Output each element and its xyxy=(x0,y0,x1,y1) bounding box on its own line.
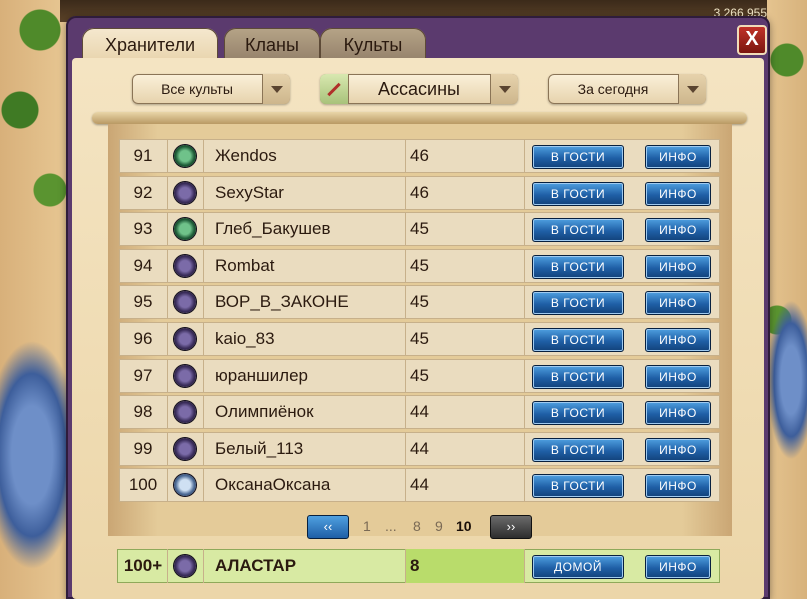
home-button[interactable]: ДОМОЙ xyxy=(532,555,624,579)
page-link-8[interactable]: 8 xyxy=(413,515,421,537)
visit-button[interactable]: В ГОСТИ xyxy=(532,218,624,243)
info-button[interactable]: ИНФО xyxy=(645,218,711,243)
rank-cell: 93 xyxy=(119,212,168,247)
class-filter-dropdown[interactable]: Ассасины xyxy=(320,74,518,104)
table-row: 97 юраншилер 45 В ГОСТИ ИНФО xyxy=(119,358,720,393)
player-name[interactable]: Олимпиёнок xyxy=(215,395,405,429)
cult-filter-dropdown[interactable]: Все культы xyxy=(132,74,290,104)
dagger-icon xyxy=(320,74,349,104)
score-cell: 44 xyxy=(405,395,525,430)
info-button[interactable]: ИНФО xyxy=(645,474,711,499)
score-cell: 45 xyxy=(405,248,525,283)
table-row: 91 Жеndos 46 В ГОСТИ ИНФО xyxy=(119,139,720,173)
own-score: 8 xyxy=(405,549,525,583)
score-cell: 45 xyxy=(405,358,525,393)
info-button[interactable]: ИНФО xyxy=(645,254,711,279)
score-cell: 45 xyxy=(405,322,525,356)
score-cell: 45 xyxy=(405,212,525,247)
info-button[interactable]: ИНФО xyxy=(645,328,711,352)
visit-button[interactable]: В ГОСТИ xyxy=(532,145,624,169)
info-button[interactable]: ИНФО xyxy=(645,401,711,426)
score-cell: 44 xyxy=(405,431,525,466)
pagination-ellipsis: ... xyxy=(385,518,397,534)
chevron-down-icon xyxy=(490,74,518,104)
page-link-1[interactable]: 1 xyxy=(363,515,371,537)
table-row: 94 Rombat 45 В ГОСТИ ИНФО xyxy=(119,248,720,283)
chevron-down-icon xyxy=(262,74,290,104)
dark-cult-emblem-icon xyxy=(174,328,196,350)
info-button[interactable]: ИНФО xyxy=(645,145,711,169)
green-cult-emblem-icon xyxy=(174,145,196,167)
table-row: 98 Олимпиёнок 44 В ГОСТИ ИНФО xyxy=(119,395,720,430)
pagination-next-button[interactable]: ›› xyxy=(490,515,532,539)
table-row: 100 ОксанаОксана 44 В ГОСТИ ИНФО xyxy=(119,468,720,503)
score-cell: 44 xyxy=(405,468,525,503)
player-name[interactable]: Глеб_Бакушев xyxy=(215,212,405,246)
visit-button[interactable]: В ГОСТИ xyxy=(532,254,624,279)
chevron-down-icon xyxy=(678,74,706,104)
scroll-rod xyxy=(92,112,747,124)
score-cell: 45 xyxy=(405,285,525,320)
tab-keepers[interactable]: Хранители xyxy=(82,28,218,62)
rank-cell: 94 xyxy=(119,248,168,283)
table-row: 93 Глеб_Бакушев 45 В ГОСТИ ИНФО xyxy=(119,212,720,247)
rank-cell: 96 xyxy=(119,322,168,356)
score-cell: 46 xyxy=(405,139,525,173)
table-row: 96 kaio_83 45 В ГОСТИ ИНФО xyxy=(119,322,720,356)
player-name[interactable]: ВОР_В_ЗАКОНЕ xyxy=(215,285,405,319)
close-button[interactable]: X xyxy=(737,25,767,55)
visit-button[interactable]: В ГОСТИ xyxy=(532,328,624,352)
info-button[interactable]: ИНФО xyxy=(645,291,711,316)
dark-cult-emblem-icon xyxy=(174,555,196,577)
dark-cult-emblem-icon xyxy=(174,181,196,204)
info-button[interactable]: ИНФО xyxy=(645,437,711,462)
own-name: АЛАСТАР xyxy=(215,556,297,575)
period-filter-dropdown[interactable]: За сегодня xyxy=(548,74,706,104)
tab-cults[interactable]: Культы xyxy=(320,28,426,62)
cult-filter-value: Все культы xyxy=(161,81,233,97)
visit-button[interactable]: В ГОСТИ xyxy=(532,401,624,426)
player-name[interactable]: Жеndos xyxy=(215,139,405,173)
period-filter-value: За сегодня xyxy=(577,81,649,97)
info-button[interactable]: ИНФО xyxy=(645,181,711,206)
player-name[interactable]: юраншилер xyxy=(215,359,405,393)
rank-cell: 97 xyxy=(119,358,168,393)
dark-cult-emblem-icon xyxy=(174,437,196,460)
visit-button[interactable]: В ГОСТИ xyxy=(532,364,624,389)
score-cell: 46 xyxy=(405,175,525,210)
own-info-button[interactable]: ИНФО xyxy=(645,555,711,579)
rank-cell: 100 xyxy=(119,468,168,503)
table-row: 92 SexyStar 46 В ГОСТИ ИНФО xyxy=(119,175,720,210)
visit-button[interactable]: В ГОСТИ xyxy=(532,181,624,206)
info-button[interactable]: ИНФО xyxy=(645,364,711,389)
rank-cell: 91 xyxy=(119,139,168,173)
visit-button[interactable]: В ГОСТИ xyxy=(532,474,624,499)
pagination-prev-button[interactable]: ‹‹ xyxy=(307,515,349,539)
own-rank: 100+ xyxy=(119,549,168,583)
player-name[interactable]: Белый_113 xyxy=(215,432,405,466)
player-name[interactable]: kaio_83 xyxy=(215,322,405,356)
rank-cell: 95 xyxy=(119,285,168,320)
rank-cell: 98 xyxy=(119,395,168,430)
page-link-current: 10 xyxy=(456,518,472,534)
own-rank-row: 100+ АЛАСТАР 8 ДОМОЙ ИНФО xyxy=(117,549,720,583)
class-filter-value: Ассасины xyxy=(378,79,460,99)
rank-cell: 92 xyxy=(119,175,168,210)
player-name[interactable]: ОксанаОксана xyxy=(215,468,405,502)
player-name[interactable]: Rombat xyxy=(215,249,405,283)
table-row: 99 Белый_113 44 В ГОСТИ ИНФО xyxy=(119,431,720,466)
tab-clans[interactable]: Кланы xyxy=(224,28,320,62)
dark-cult-emblem-icon xyxy=(174,364,196,387)
page-link-9[interactable]: 9 xyxy=(435,515,443,537)
visit-button[interactable]: В ГОСТИ xyxy=(532,437,624,462)
player-name[interactable]: SexyStar xyxy=(215,176,405,210)
rank-cell: 99 xyxy=(119,431,168,466)
table-row: 95 ВОР_В_ЗАКОНЕ 45 В ГОСТИ ИНФО xyxy=(119,285,720,320)
visit-button[interactable]: В ГОСТИ xyxy=(532,291,624,316)
floating-island-right xyxy=(767,300,807,460)
dark-cult-emblem-icon xyxy=(174,254,196,277)
